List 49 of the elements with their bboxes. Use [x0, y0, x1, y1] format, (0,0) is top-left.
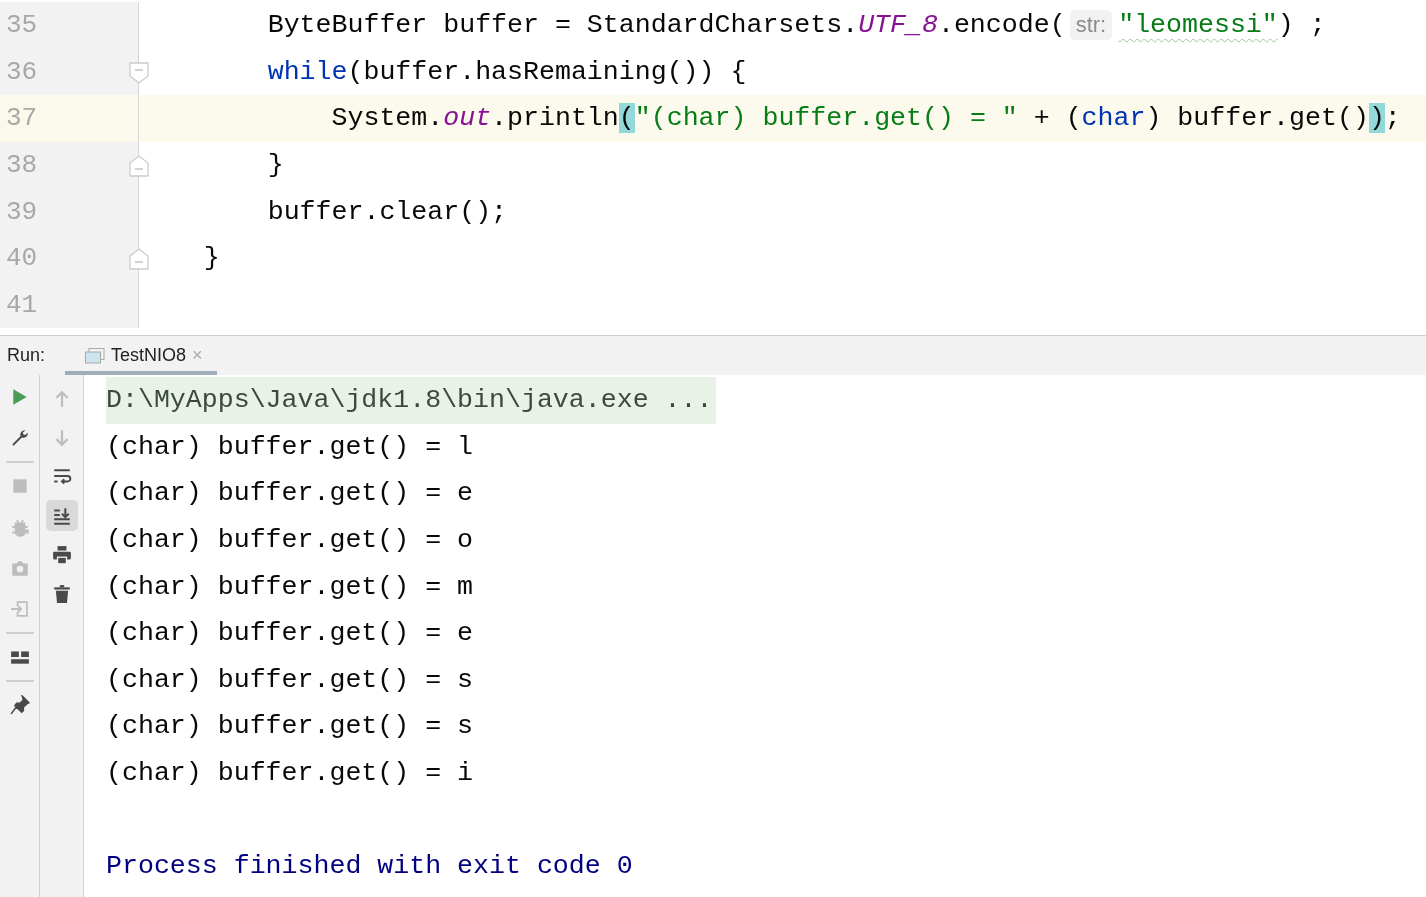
- fold-marker-icon[interactable]: [129, 154, 149, 177]
- code-string: "leomessi": [1118, 10, 1278, 41]
- code-field: UTF_8: [858, 10, 938, 41]
- code-text: ByteBuffer buffer = StandardCharsets.: [266, 10, 859, 41]
- trash-icon[interactable]: [51, 583, 72, 604]
- code-text: ;: [1384, 103, 1401, 134]
- code-text: }: [202, 243, 220, 274]
- code-text: + (: [1032, 103, 1082, 134]
- console-output: (char) buffer.get() = i: [106, 758, 474, 789]
- matched-brace: (: [618, 103, 635, 134]
- console-output: (char) buffer.get() = s: [106, 664, 474, 695]
- line-number: 37: [5, 103, 38, 134]
- fold-marker-icon[interactable]: [129, 247, 149, 270]
- exit-message: Process finished with exit code 0: [106, 851, 633, 882]
- scroll-to-end-icon[interactable]: [51, 505, 72, 526]
- wrench-icon[interactable]: [9, 428, 30, 448]
- pin-icon[interactable]: [9, 695, 30, 715]
- window-icon: [85, 347, 106, 364]
- code-text: ) buffer.get(): [1145, 103, 1369, 134]
- code-field: out: [443, 103, 492, 134]
- line-number: 40: [5, 243, 38, 274]
- matched-brace: ): [1368, 103, 1385, 134]
- console-output: (char) buffer.get() = s: [106, 711, 474, 742]
- console-output: (char) buffer.get() = e: [106, 618, 474, 649]
- line-number: 39: [5, 196, 38, 227]
- code-text: ) ;: [1277, 10, 1326, 41]
- code-text: (buffer.hasRemaining()) {: [347, 56, 747, 87]
- code-text: .encode(: [937, 10, 1066, 41]
- run-label: Run:: [6, 345, 47, 366]
- toggled-button[interactable]: [45, 500, 78, 531]
- soft-wrap-icon[interactable]: [51, 466, 72, 487]
- fold-marker-icon[interactable]: [129, 61, 149, 84]
- code-text: buffer.clear();: [266, 196, 508, 227]
- line-number: 35: [5, 10, 38, 41]
- console-output: (char) buffer.get() = e: [106, 478, 474, 509]
- code-text: System.: [330, 103, 444, 134]
- line-number: 41: [5, 289, 38, 320]
- console-output: (char) buffer.get() = l: [106, 431, 474, 462]
- console-output: (char) buffer.get() = o: [106, 525, 474, 556]
- console-output: (char) buffer.get() = m: [106, 571, 474, 602]
- code-string: "(char) buffer.get() = ": [634, 103, 1018, 134]
- code-text: .println: [491, 103, 619, 134]
- code-keyword: char: [1081, 103, 1146, 134]
- line-number: 36: [5, 56, 38, 87]
- print-icon[interactable]: [51, 544, 72, 565]
- parameter-hint: str:: [1069, 10, 1113, 41]
- code-keyword: while: [266, 56, 348, 87]
- line-number: 38: [5, 150, 38, 181]
- code-text: }: [266, 150, 284, 181]
